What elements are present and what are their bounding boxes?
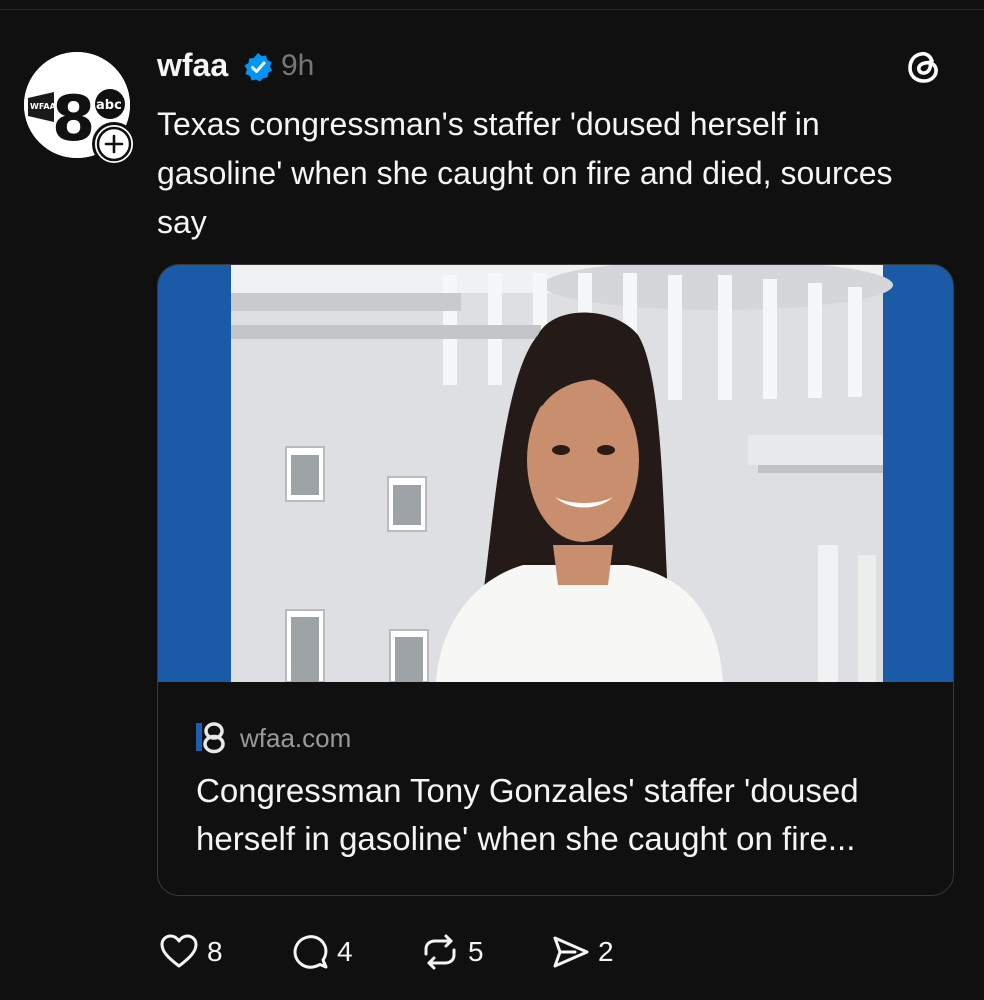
- like-button[interactable]: 8: [157, 930, 223, 974]
- share-button[interactable]: 2: [548, 930, 614, 974]
- threads-logo-icon[interactable]: [904, 47, 944, 87]
- post-timestamp: 9h: [281, 49, 315, 82]
- top-divider: [0, 9, 984, 10]
- comment-icon: [293, 935, 328, 969]
- repost-button[interactable]: 5: [418, 930, 484, 974]
- send-icon: [553, 936, 589, 968]
- heart-icon: [160, 934, 198, 968]
- avatar-channel-number: 8: [52, 82, 95, 155]
- reply-count: 4: [337, 936, 353, 967]
- like-count: 8: [207, 936, 223, 967]
- repost-icon: [424, 934, 456, 970]
- verified-badge-icon: [244, 53, 272, 82]
- wfaa-favicon-icon: [195, 720, 229, 754]
- avatar-network-label: abc: [96, 98, 122, 113]
- reply-button[interactable]: 4: [287, 930, 353, 974]
- post-text: Texas congressman's staffer 'doused hers…: [157, 106, 893, 240]
- follow-button[interactable]: [92, 122, 136, 166]
- share-count: 2: [598, 936, 614, 967]
- article-image: [158, 265, 953, 682]
- author-username[interactable]: wfaa: [157, 47, 228, 84]
- repost-count: 5: [468, 936, 484, 967]
- card-title: Congressman Tony Gonzales' staffer 'dous…: [196, 772, 859, 857]
- link-preview-card[interactable]: wfaa.com Congressman Tony Gonzales' staf…: [157, 264, 954, 896]
- plus-icon: [96, 126, 132, 162]
- card-domain: wfaa.com: [240, 723, 352, 753]
